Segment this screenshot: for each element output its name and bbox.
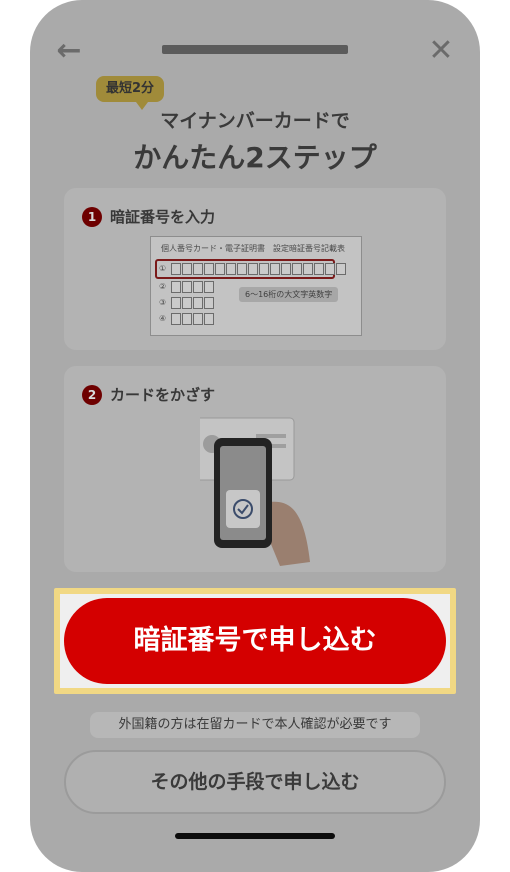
digit-boxes xyxy=(171,297,215,309)
digit-boxes xyxy=(171,313,215,325)
page-title: かんたん2ステップ xyxy=(133,141,377,174)
home-indicator[interactable] xyxy=(175,833,335,839)
row-number: ③ xyxy=(159,298,167,307)
subtitle: マイナンバーカードで xyxy=(160,110,350,132)
digit-boxes xyxy=(171,281,215,293)
step-number: 2 xyxy=(82,384,102,405)
step-number: 1 xyxy=(82,206,102,227)
pin-length-note: 6〜16桁の大文字英数字 xyxy=(239,287,339,302)
step-2-title: 2 カードをかざす xyxy=(82,384,215,405)
row-number: ② xyxy=(159,282,167,291)
digit-boxes xyxy=(171,263,347,275)
apply-other-method-button[interactable]: その他の手段で申し込む xyxy=(64,750,446,814)
form-header: 個人番号カード・電子証明書 設定暗証番号記載表 xyxy=(161,244,345,253)
back-button[interactable]: ← xyxy=(52,34,86,68)
step-label: カードをかざす xyxy=(110,386,216,404)
row-number: ④ xyxy=(159,314,167,323)
phone-card-check-icon xyxy=(200,417,310,566)
close-icon: ✕ xyxy=(428,33,454,68)
duration-badge: 最短2分 xyxy=(96,76,165,110)
apply-with-pin-button[interactable]: 暗証番号で申し込む xyxy=(64,598,446,684)
arrow-left-icon: ← xyxy=(56,33,82,68)
row-number: ① xyxy=(159,264,167,273)
pin-form-illustration: 個人番号カード・電子証明書 設定暗証番号記載表 ① ② ③ ④ 6〜16桁の大文… xyxy=(150,236,362,336)
drag-handle[interactable] xyxy=(162,45,348,54)
close-button[interactable]: ✕ xyxy=(424,34,458,68)
modal-sheet: ← ✕ 最短2分 マイナンバーカードで かんたん2ステップ 1 暗証番号を入力 個… xyxy=(30,0,480,872)
step-2-card: 2 カードをかざす xyxy=(64,366,446,572)
foreign-nationals-notice: 外国籍の方は在留カードで本人確認が必要です xyxy=(90,712,420,738)
step-1-card: 1 暗証番号を入力 個人番号カード・電子証明書 設定暗証番号記載表 ① ② ③ xyxy=(64,188,446,350)
step-label: 暗証番号を入力 xyxy=(110,208,216,226)
step-1-title: 1 暗証番号を入力 xyxy=(82,206,215,227)
